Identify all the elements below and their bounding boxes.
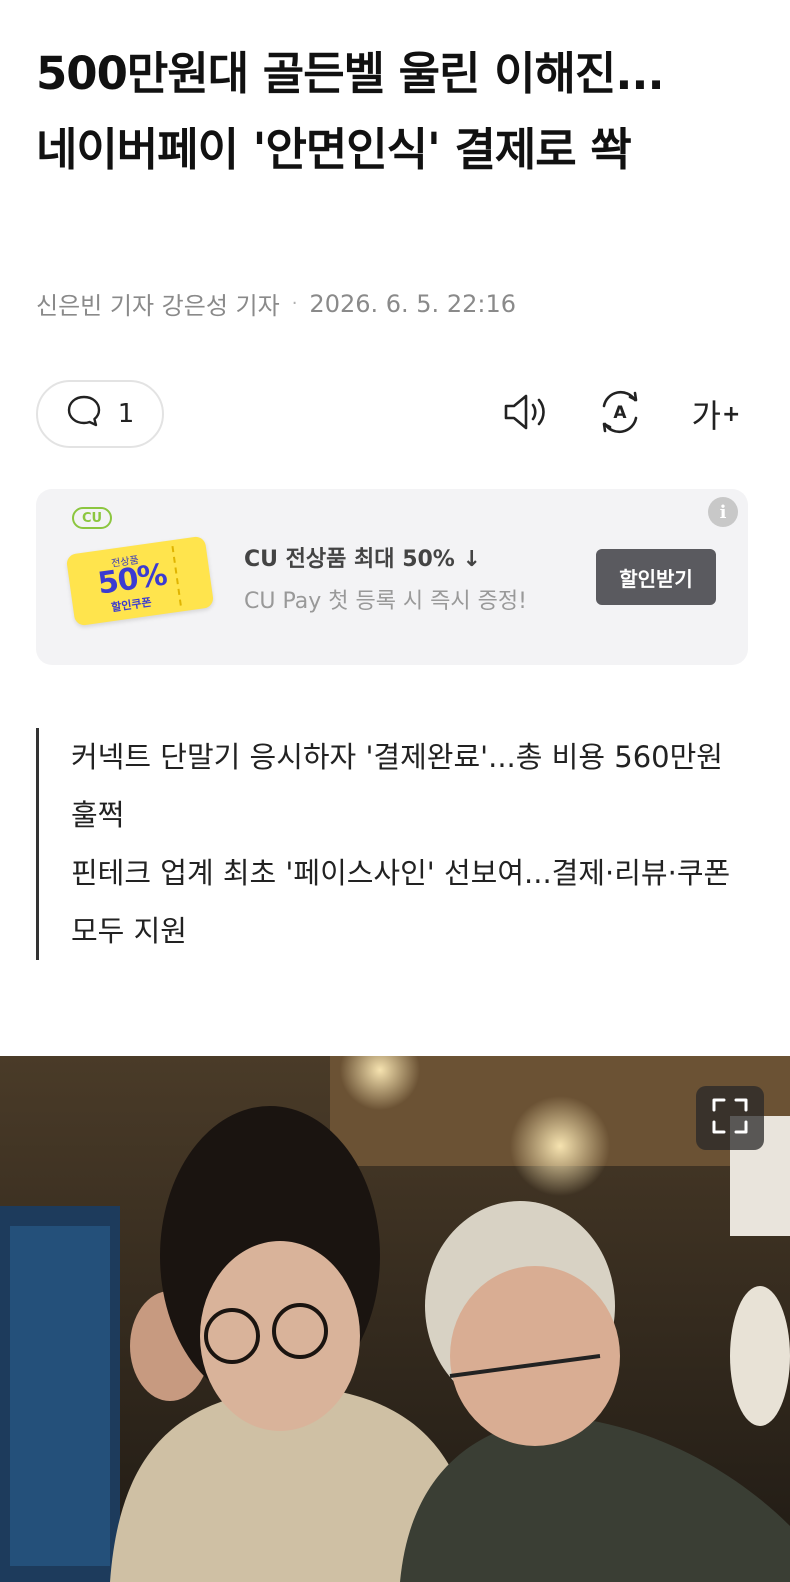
article-headline: 500만원대 골든벨 울린 이해진...네이버페이 '안면인식' 결제로 쏵	[36, 47, 665, 176]
ad-info-icon[interactable]: i	[708, 497, 738, 527]
tts-button[interactable]	[496, 386, 556, 442]
article-photo[interactable]	[0, 1056, 790, 1582]
cu-ad-banner[interactable]: CU 전상품 50% 할인쿠폰 CU 전상품 최대 50% ↓ CU Pay 첫…	[36, 489, 748, 665]
comment-count: 1	[117, 399, 135, 429]
expand-photo-button[interactable]	[696, 1086, 764, 1150]
coupon-image: 전상품 50% 할인쿠폰	[65, 535, 215, 627]
ad-subtitle: CU Pay 첫 등록 시 즉시 증정!	[244, 589, 527, 614]
font-size-plus: +	[722, 401, 741, 427]
speaker-icon	[500, 390, 552, 438]
ad-title: CU 전상품 최대 50% ↓	[244, 547, 481, 572]
font-size-label: 가	[691, 397, 721, 435]
byline-authors[interactable]: 신은빈 기자 강은성 기자	[36, 286, 280, 321]
byline-separator: ·	[291, 293, 298, 314]
comment-icon	[66, 394, 102, 435]
article-summary: 커넥트 단말기 응시하자 '결제완료'...총 비용 560만원 훌쩍 핀테크 …	[36, 728, 736, 960]
translate-icon: A	[595, 387, 645, 441]
summary-line: 커넥트 단말기 응시하자 '결제완료'...총 비용 560만원 훌쩍	[71, 740, 723, 832]
summary-line: 핀테크 업계 최초 '페이스사인' 선보여...결제·리뷰·쿠폰 모두 지원	[71, 856, 731, 948]
svg-text:A: A	[613, 403, 627, 423]
byline: 신은빈 기자 강은성 기자 · 2026. 6. 5. 22:16	[36, 286, 516, 321]
cu-logo: CU	[72, 507, 112, 529]
coupon-stub	[171, 542, 208, 606]
ad-cta-button[interactable]: 할인받기	[596, 549, 716, 605]
coupon-percent: 50%	[95, 557, 169, 602]
expand-icon	[710, 1096, 750, 1140]
photo-illustration	[0, 1056, 790, 1582]
font-size-button[interactable]: 가 +	[686, 386, 746, 442]
comment-button[interactable]: 1	[36, 380, 164, 448]
translate-button[interactable]: A	[590, 386, 650, 442]
byline-date: 2026. 6. 5. 22:16	[309, 289, 516, 318]
